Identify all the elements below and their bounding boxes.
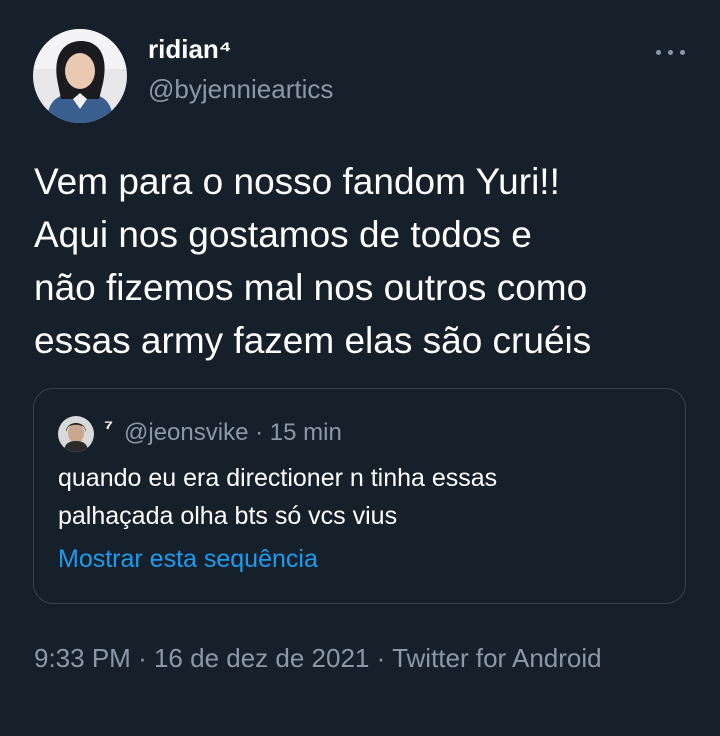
tweet-time[interactable]: 9:33 PM [34,643,131,673]
author-handle[interactable]: @byjennieartics [148,73,333,105]
tweet-timestamp: 9:33 PM · 16 de dez de 2021 · Twitter fo… [34,640,634,676]
quote-author-avatar[interactable] [58,416,94,452]
author-avatar[interactable] [33,29,127,123]
quoted-tweet[interactable]: ⁷ @jeonsvike · 15 min quando eu era dire… [33,388,686,604]
quote-meta: @jeonsvike · 15 min [124,418,342,448]
quote-handle[interactable]: @jeonsvike [124,419,248,446]
tweet-date[interactable]: 16 de dez de 2021 [154,643,369,673]
quote-text: quando eu era directioner n tinha essas … [58,464,498,530]
quote-separator: · [255,419,264,446]
more-horizontal-icon [668,50,673,55]
tweet-text: Vem para o nosso fandom Yuri!! Aqui nos … [34,161,592,361]
quote-avatar-image [58,416,94,452]
show-thread-link[interactable]: Mostrar esta sequência [58,543,318,575]
quote-display-name: ⁷ [104,415,114,440]
more-horizontal-icon [656,50,661,55]
author-avatar-image [33,29,127,123]
quote-time[interactable]: 15 min [270,419,342,446]
more-horizontal-icon [680,50,685,55]
more-options-button[interactable] [648,38,692,66]
tweet-client[interactable]: Twitter for Android [392,643,602,673]
footer-separator: · [138,643,147,673]
author-display-name[interactable]: ridian⁴ [148,33,232,65]
tweet: ridian⁴ @byjennieartics Vem para o nosso… [0,0,720,736]
footer-separator: · [376,643,386,673]
